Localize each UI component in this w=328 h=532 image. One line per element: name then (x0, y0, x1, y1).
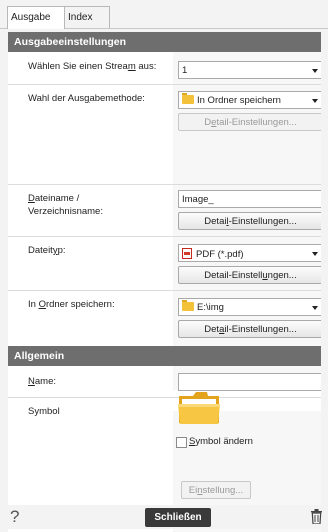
symbol-settings-button[interactable]: Einstellung... (181, 481, 251, 499)
tab-ausgabe-label: Ausgabe (11, 12, 51, 23)
help-icon[interactable]: ? (10, 507, 19, 527)
settings-panel: Ausgabeeinstellungen Wählen Sie einen St… (8, 32, 321, 532)
name-label: Name: (28, 376, 56, 387)
tab-index-label: Index (68, 12, 93, 23)
folder-icon (178, 392, 220, 424)
pdf-icon (182, 248, 192, 259)
symbol-label: Symbol (28, 406, 60, 417)
tab-ausgabe[interactable]: Ausgabe (7, 6, 65, 29)
filename-label: Dateiname / Verzeichnisname: (28, 193, 103, 217)
change-symbol-label[interactable]: Symbol ändern (189, 435, 253, 448)
change-symbol-checkbox[interactable] (176, 437, 187, 448)
section-header-output-settings: Ausgabeeinstellungen (8, 32, 321, 52)
filetype-dropdown[interactable]: PDF (*.pdf) (178, 244, 321, 262)
chevron-down-icon (312, 99, 318, 103)
trash-icon[interactable] (311, 509, 322, 524)
row-divider (8, 290, 321, 291)
detail-settings-filename-button[interactable]: Detail-Einstellungen... (178, 212, 321, 230)
detail-settings-folder-button[interactable]: Detail-Einstellungen... (178, 320, 321, 338)
row-divider (8, 236, 321, 237)
row-divider (8, 397, 321, 398)
output-method-value: In Ordner speichern (197, 95, 281, 106)
filename-input[interactable]: Image_ (178, 190, 321, 208)
folder-icon (182, 300, 194, 311)
name-input[interactable] (178, 373, 321, 391)
folder-icon (182, 93, 194, 104)
footer-bar: ? Schließen (0, 505, 328, 529)
row-divider (8, 84, 321, 85)
tab-index[interactable]: Index (64, 6, 110, 28)
save-folder-label: In Ordner speichern: (28, 299, 115, 310)
close-button[interactable]: Schließen (145, 508, 211, 527)
output-method-label: Wahl der Ausgabemethode: (28, 93, 145, 104)
save-folder-dropdown[interactable]: E:\img (178, 298, 321, 316)
detail-settings-method-button[interactable]: Detail-Einstellungen... (178, 113, 321, 131)
chevron-down-icon (312, 252, 318, 256)
tab-bar: Ausgabe Index (0, 0, 328, 29)
filename-value: Image_ (182, 194, 214, 205)
filetype-label: Dateityp: (28, 245, 66, 256)
stream-label: Wählen Sie einen Stream aus: (28, 61, 157, 72)
detail-settings-filetype-button[interactable]: Detail-Einstellungen... (178, 266, 321, 284)
output-method-dropdown[interactable]: In Ordner speichern (178, 91, 321, 109)
stream-value: 1 (182, 65, 188, 76)
stream-dropdown[interactable]: 1 (178, 61, 321, 79)
chevron-down-icon (312, 306, 318, 310)
row-divider (8, 184, 321, 185)
chevron-down-icon (312, 69, 318, 73)
filetype-value: PDF (*.pdf) (196, 249, 244, 260)
section-header-general: Allgemein (8, 346, 321, 366)
save-folder-value: E:\img (197, 302, 224, 313)
